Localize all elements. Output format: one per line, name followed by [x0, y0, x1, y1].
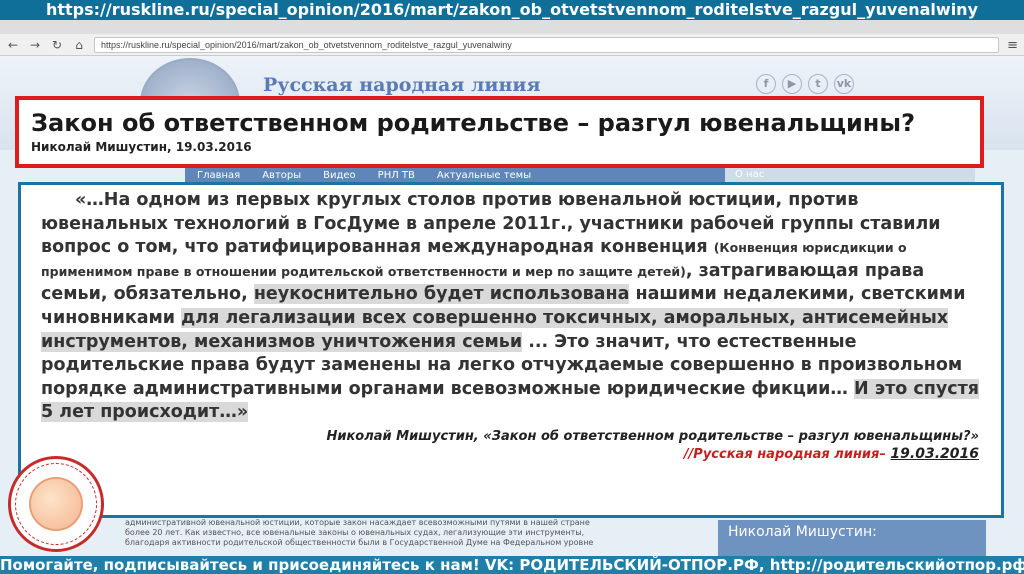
nav-item-authors[interactable]: Авторы — [262, 170, 301, 181]
back-arrow-icon[interactable]: ← — [6, 38, 20, 52]
url-banner: https://ruskline.ru/special_opinion/2016… — [0, 0, 1024, 20]
source-date: 19.03.2016 — [890, 445, 979, 462]
reload-icon[interactable]: ↻ — [50, 38, 64, 52]
tab-bar — [0, 20, 1024, 34]
twitter-icon[interactable]: t — [808, 74, 828, 94]
facebook-icon[interactable]: f — [756, 74, 776, 94]
source-separator: – — [879, 446, 891, 462]
article-line: более 20 лет. Как известно, все ювенальн… — [125, 528, 585, 537]
site-article-text: административной ювенальной юстиции, кот… — [125, 518, 705, 548]
menu-icon[interactable]: ≡ — [1007, 38, 1018, 53]
nav-item-home[interactable]: Главная — [197, 170, 240, 181]
child-face-icon — [29, 477, 83, 531]
site-name[interactable]: Русская народная линия — [263, 74, 541, 96]
quote-source: //Русская народная линия– 19.03.2016 — [41, 446, 985, 462]
youtube-icon[interactable]: ▶ — [782, 74, 802, 94]
nav-item-topics[interactable]: Актуальные темы — [437, 170, 531, 181]
footer-banner: Помогайте, подписывайтесь и присоединяйт… — [0, 556, 1024, 574]
nav-item-video[interactable]: Видео — [323, 170, 356, 181]
nav-item-tv[interactable]: РНЛ ТВ — [378, 170, 415, 181]
source-name: //Русская народная линия — [683, 446, 880, 462]
forward-arrow-icon[interactable]: → — [28, 38, 42, 52]
quote-text: «…На одном из первых круглых столов прот… — [41, 189, 985, 425]
navigation-row: ← → ↻ ⌂ https://ruskline.ru/special_opin… — [0, 34, 1024, 56]
article-line: административной ювенальной юстиции, кот… — [125, 518, 590, 527]
parental-resistance-logo — [8, 456, 104, 552]
home-icon[interactable]: ⌂ — [72, 38, 86, 52]
sidebar-title: Николай Мишустин: — [728, 524, 877, 540]
browser-chrome: ← → ↻ ⌂ https://ruskline.ru/special_opin… — [0, 20, 1024, 56]
quote-attribution: Николай Мишустин, «Закон об ответственно… — [326, 428, 979, 444]
title-box: Закон об ответственном родительстве – ра… — [15, 96, 984, 168]
article-line: благодаря активности родительской общест… — [125, 538, 594, 547]
social-links: f ▶ t vk — [756, 74, 854, 94]
page-title: Закон об ответственном родительстве – ра… — [31, 109, 916, 137]
title-byline: Николай Мишустин, 19.03.2016 — [31, 140, 252, 154]
quote-box: «…На одном из первых круглых столов прот… — [18, 182, 1004, 518]
address-bar[interactable]: https://ruskline.ru/special_opinion/2016… — [94, 37, 1000, 53]
quote-highlight: неукоснительно будет использована — [253, 284, 630, 305]
sidebar-author-box[interactable]: Николай Мишустин: — [718, 520, 986, 560]
vk-icon[interactable]: vk — [834, 74, 854, 94]
